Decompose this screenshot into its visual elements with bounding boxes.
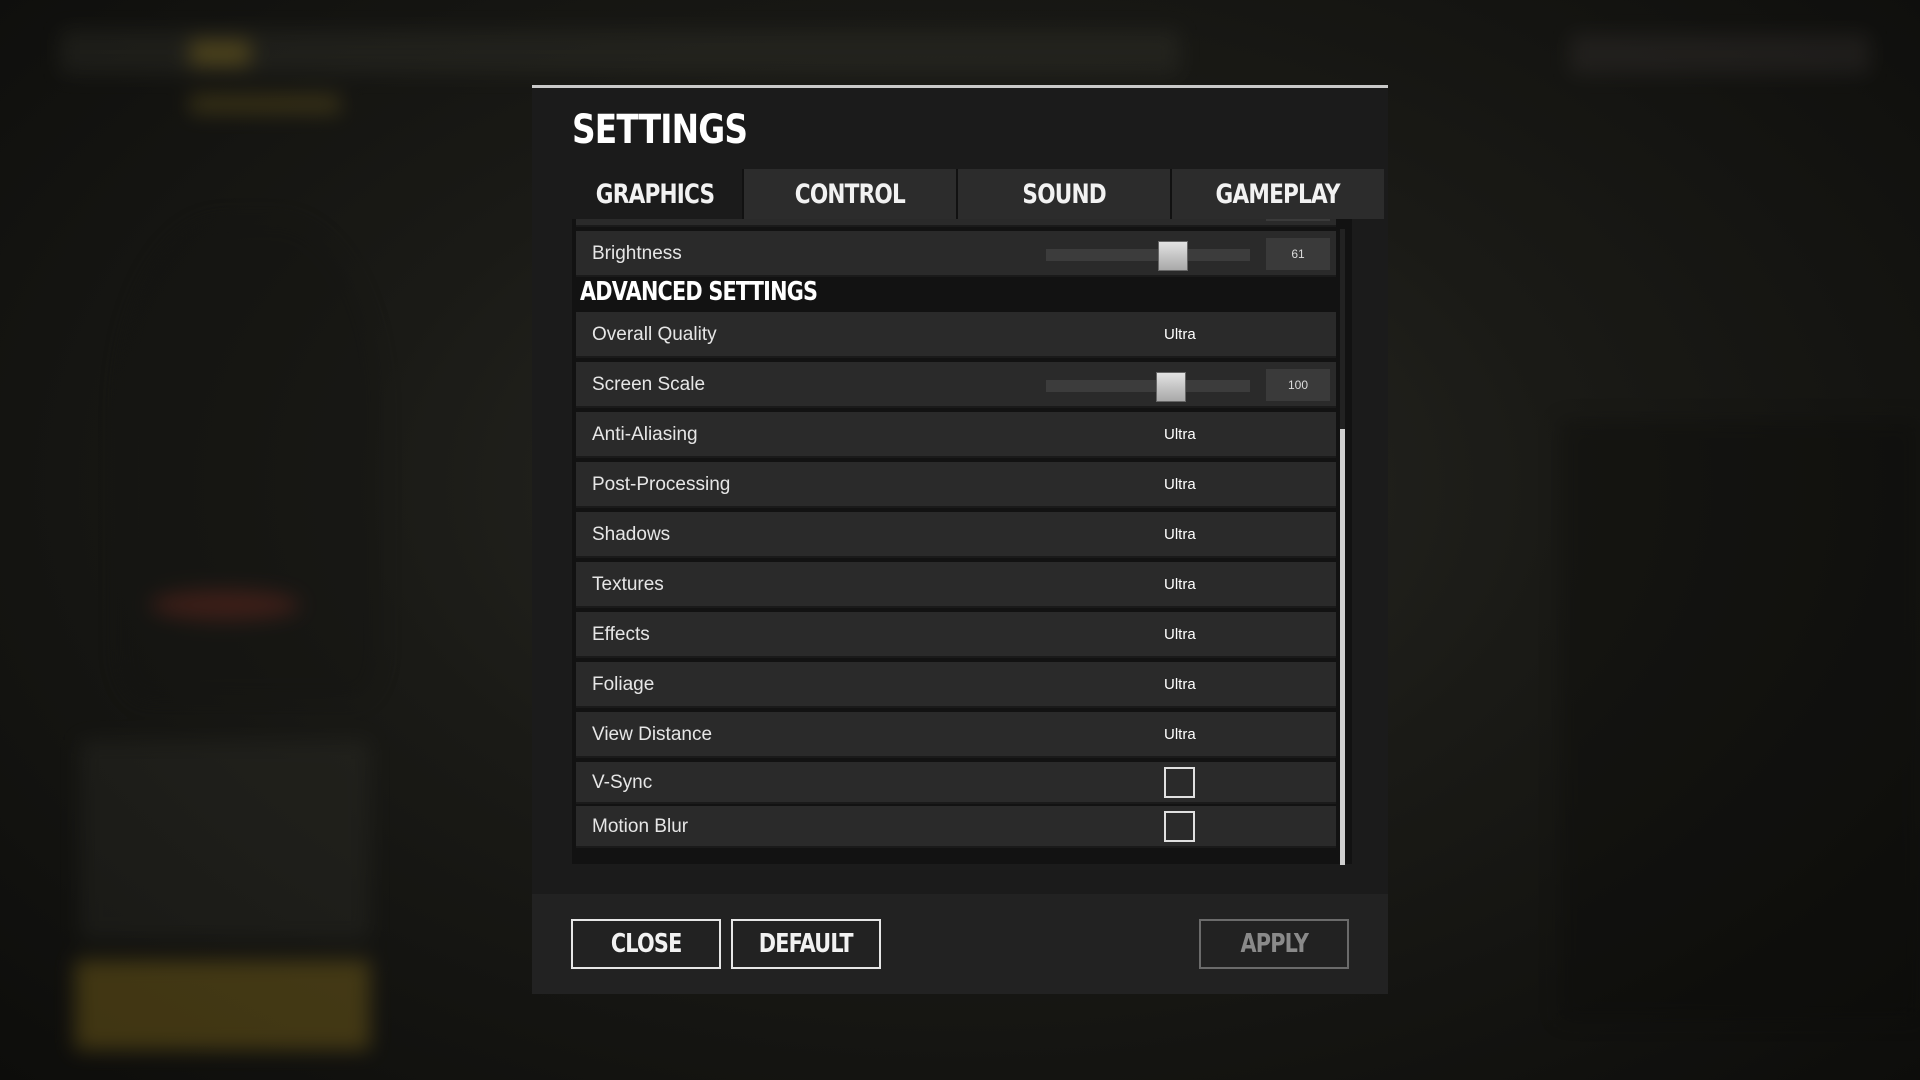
settings-modal: SETTINGS GRAPHICS CONTROL SOUND GAMEPLAY… xyxy=(532,85,1388,994)
textures-value[interactable]: Ultra xyxy=(1164,562,1196,608)
brightness-value-input[interactable]: 61 xyxy=(1266,238,1330,270)
advanced-settings-header: ADVANCED SETTINGS xyxy=(580,277,818,307)
motion-blur-label: Motion Blur xyxy=(592,816,689,837)
brightness-slider-track[interactable] xyxy=(1046,249,1250,261)
shadows-value[interactable]: Ultra xyxy=(1164,512,1196,558)
screen-scale-slider-thumb[interactable] xyxy=(1156,372,1186,402)
setting-row-v-sync: V-Sync xyxy=(576,762,1336,804)
v-sync-label: V-Sync xyxy=(592,772,653,793)
anti-aliasing-value[interactable]: Ultra xyxy=(1164,412,1196,458)
background-tree xyxy=(120,220,380,700)
motion-blur-checkbox[interactable] xyxy=(1164,811,1195,842)
brightness-slider-thumb[interactable] xyxy=(1158,241,1188,271)
settings-footer: CLOSE DEFAULT APPLY xyxy=(532,894,1388,994)
post-processing-value[interactable]: Ultra xyxy=(1164,462,1196,508)
tab-graphics[interactable]: GRAPHICS xyxy=(568,169,742,219)
anti-aliasing-label: Anti-Aliasing xyxy=(592,424,698,445)
default-button[interactable]: DEFAULT xyxy=(731,919,881,969)
setting-row-textures[interactable]: Textures Ultra xyxy=(576,562,1336,608)
effects-label: Effects xyxy=(592,624,650,645)
setting-row-brightness: Brightness 61 xyxy=(576,231,1336,277)
settings-title: SETTINGS xyxy=(572,107,748,153)
screen-scale-label: Screen Scale xyxy=(592,374,706,395)
background-sub-nav xyxy=(190,95,340,113)
foliage-value[interactable]: Ultra xyxy=(1164,662,1196,708)
textures-label: Textures xyxy=(592,574,664,595)
overall-quality-value[interactable]: Ultra xyxy=(1164,312,1196,358)
setting-row-post-processing[interactable]: Post-Processing Ultra xyxy=(576,462,1336,508)
settings-scrollbar-thumb[interactable] xyxy=(1340,429,1345,865)
setting-row-overall-quality[interactable]: Overall Quality Ultra xyxy=(576,312,1336,358)
view-distance-value[interactable]: Ultra xyxy=(1164,712,1196,758)
background-left-panel xyxy=(80,740,370,940)
background-user-area xyxy=(1570,34,1870,74)
v-sync-checkbox[interactable] xyxy=(1164,767,1195,798)
setting-row-motion-blur: Motion Blur xyxy=(576,806,1336,848)
background-vehicle xyxy=(150,590,300,620)
brightness-label: Brightness xyxy=(592,243,682,264)
setting-row-foliage[interactable]: Foliage Ultra xyxy=(576,662,1336,708)
graphics-settings-list: Brightness 61 ADVANCED SETTINGS Overall … xyxy=(572,219,1352,864)
foliage-label: Foliage xyxy=(592,674,655,695)
tab-sound[interactable]: SOUND xyxy=(956,169,1170,219)
background-start-button xyxy=(75,960,370,1050)
settings-tabs: GRAPHICS CONTROL SOUND GAMEPLAY xyxy=(568,169,1388,219)
setting-row-effects[interactable]: Effects Ultra xyxy=(576,612,1336,658)
tab-control[interactable]: CONTROL xyxy=(742,169,956,219)
screen-scale-value-input[interactable]: 100 xyxy=(1266,369,1330,401)
post-processing-label: Post-Processing xyxy=(592,474,731,495)
close-button[interactable]: CLOSE xyxy=(571,919,721,969)
shadows-label: Shadows xyxy=(592,524,671,545)
settings-scrollbar[interactable] xyxy=(1340,229,1345,865)
setting-row-view-distance[interactable]: View Distance Ultra xyxy=(576,712,1336,758)
value-box xyxy=(1266,219,1330,221)
background-right-shadow xyxy=(1560,420,1920,1020)
setting-row-shadows[interactable]: Shadows Ultra xyxy=(576,512,1336,558)
setting-row-anti-aliasing[interactable]: Anti-Aliasing Ultra xyxy=(576,412,1336,458)
settings-row-partial xyxy=(576,219,1336,227)
effects-value[interactable]: Ultra xyxy=(1164,612,1196,658)
apply-button[interactable]: APPLY xyxy=(1199,919,1349,969)
setting-row-screen-scale: Screen Scale 100 xyxy=(576,362,1336,408)
view-distance-label: View Distance xyxy=(592,724,713,745)
overall-quality-label: Overall Quality xyxy=(592,324,717,345)
screen-scale-slider-track[interactable] xyxy=(1046,380,1250,392)
tab-gameplay[interactable]: GAMEPLAY xyxy=(1170,169,1384,219)
background-nav-accent xyxy=(190,40,250,66)
modal-top-border xyxy=(532,85,1388,88)
